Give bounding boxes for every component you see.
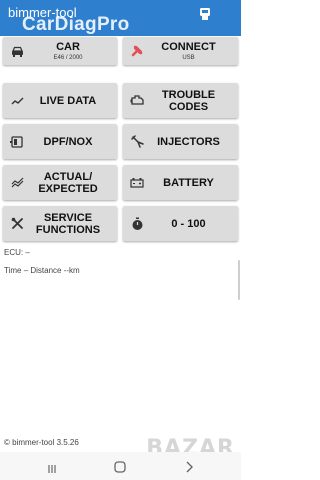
- injector-icon: [130, 135, 144, 149]
- ecu-status: ECU: –: [4, 248, 30, 257]
- filter-icon: [10, 135, 24, 149]
- tools-icon: [10, 217, 24, 231]
- connect-title: CONNECT: [161, 40, 216, 53]
- watermark-logo: CarDiagPro: [22, 14, 130, 35]
- home-icon[interactable]: [114, 460, 126, 478]
- plug-icon: [130, 44, 144, 58]
- connect-button[interactable]: CONNECT USB: [123, 37, 238, 65]
- car-icon: [10, 44, 24, 58]
- engine-icon: [130, 94, 144, 108]
- battery-icon: [130, 176, 144, 190]
- car-button[interactable]: CAR E46 / 2000: [3, 37, 117, 65]
- service-functions-line2: FUNCTIONS: [35, 223, 101, 236]
- injectors-button[interactable]: INJECTORS: [123, 124, 238, 159]
- zero-to-hundred-button[interactable]: 0 - 100: [123, 206, 238, 241]
- trouble-codes-label: TROUBLE CODES: [161, 88, 216, 113]
- battery-label: BATTERY: [163, 176, 214, 189]
- service-functions-button[interactable]: SERVICE FUNCTIONS: [3, 206, 117, 241]
- dpf-nox-button[interactable]: DPF/NOX: [3, 124, 117, 159]
- live-data-label: LIVE DATA: [39, 94, 97, 107]
- recent-apps-icon[interactable]: [47, 461, 57, 479]
- injectors-label: INJECTORS: [157, 135, 220, 148]
- actual-expected-line2: EXPECTED: [38, 182, 98, 195]
- battery-button[interactable]: BATTERY: [123, 165, 238, 200]
- actual-expected-button[interactable]: ACTUAL/ EXPECTED: [3, 165, 117, 200]
- service-functions-label: SERVICE FUNCTIONS: [23, 206, 113, 241]
- connect-mode: USB: [182, 54, 195, 61]
- connect-label: CONNECT USB: [143, 37, 234, 65]
- version-footer: © bimmer-tool 3.5.26: [4, 438, 79, 447]
- trouble-codes-button[interactable]: TROUBLE CODES: [123, 83, 238, 118]
- stopwatch-icon: [130, 217, 144, 231]
- back-icon[interactable]: [184, 460, 194, 478]
- app-bar: bimmer-tool CarDiagPro: [0, 0, 241, 36]
- actual-expected-line1: ACTUAL/: [43, 170, 93, 183]
- time-distance-status: Time – Distance --km: [4, 266, 80, 275]
- car-label: CAR E46 / 2000: [23, 37, 113, 65]
- obd-adapter-icon[interactable]: [199, 7, 211, 21]
- actual-expected-label: ACTUAL/ EXPECTED: [23, 165, 113, 200]
- compare-trend-icon: [10, 176, 24, 190]
- dpf-nox-label: DPF/NOX: [43, 135, 93, 148]
- zero-to-hundred-label: 0 - 100: [171, 217, 206, 230]
- trending-icon: [10, 94, 24, 108]
- car-title: CAR: [56, 40, 80, 53]
- live-data-button[interactable]: LIVE DATA: [3, 83, 117, 118]
- car-model: E46 / 2000: [53, 54, 83, 61]
- system-nav-bar: [0, 452, 241, 480]
- scroll-indicator: [238, 260, 240, 300]
- service-functions-line1: SERVICE: [43, 211, 93, 224]
